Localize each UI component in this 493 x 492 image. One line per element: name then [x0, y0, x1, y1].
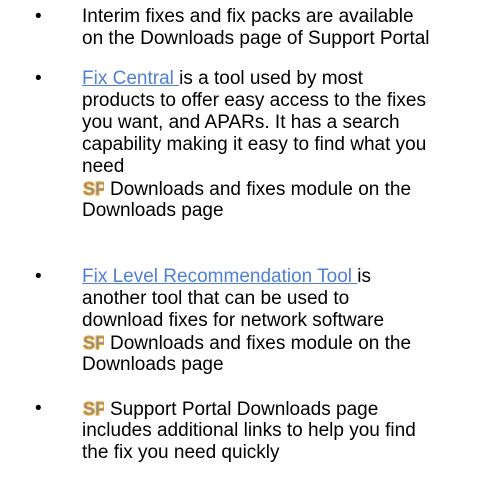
fix-level-recommendation-tool-link[interactable]: Fix Level Recommendation Tool [82, 266, 357, 287]
svg-text:SP: SP [83, 399, 104, 418]
item-text: Downloads page [82, 200, 224, 221]
item-text: Downloads and fixes module on the [110, 333, 412, 354]
item-text: includes additional links to help you fi… [82, 420, 416, 441]
item-text: you want, and APARs. It has a search [82, 112, 400, 133]
item-text: is a tool used by most [179, 68, 363, 89]
svg-text:SP: SP [83, 333, 104, 352]
item-text: download fixes for network software [82, 310, 385, 331]
item-text: need [82, 156, 125, 177]
item-text: Downloads page [82, 354, 224, 375]
item-text: Interim fixes and fix packs are availabl… [82, 6, 414, 27]
bullet: • [35, 68, 42, 89]
bullet: • [35, 6, 42, 27]
item-text: products to offer easy access to the fix… [82, 90, 426, 111]
item-text: Support Portal Downloads page [110, 399, 379, 420]
item-text: Downloads and fixes module on the [110, 179, 412, 200]
item-text: is [357, 266, 372, 287]
item-text: another tool that can be used to [82, 288, 350, 309]
bullet: • [35, 398, 42, 419]
support-portal-icon: SP [82, 398, 104, 418]
item-text: on the Downloads page of Support Portal [82, 28, 430, 49]
support-portal-icon: SP [82, 178, 104, 198]
bullet: • [35, 266, 42, 287]
support-portal-icon: SP [82, 332, 104, 352]
svg-text:SP: SP [83, 179, 104, 198]
item-text: the fix you need quickly [82, 442, 280, 463]
item-text: capability making it easy to find what y… [82, 134, 427, 155]
fix-central-link[interactable]: Fix Central [82, 68, 179, 89]
